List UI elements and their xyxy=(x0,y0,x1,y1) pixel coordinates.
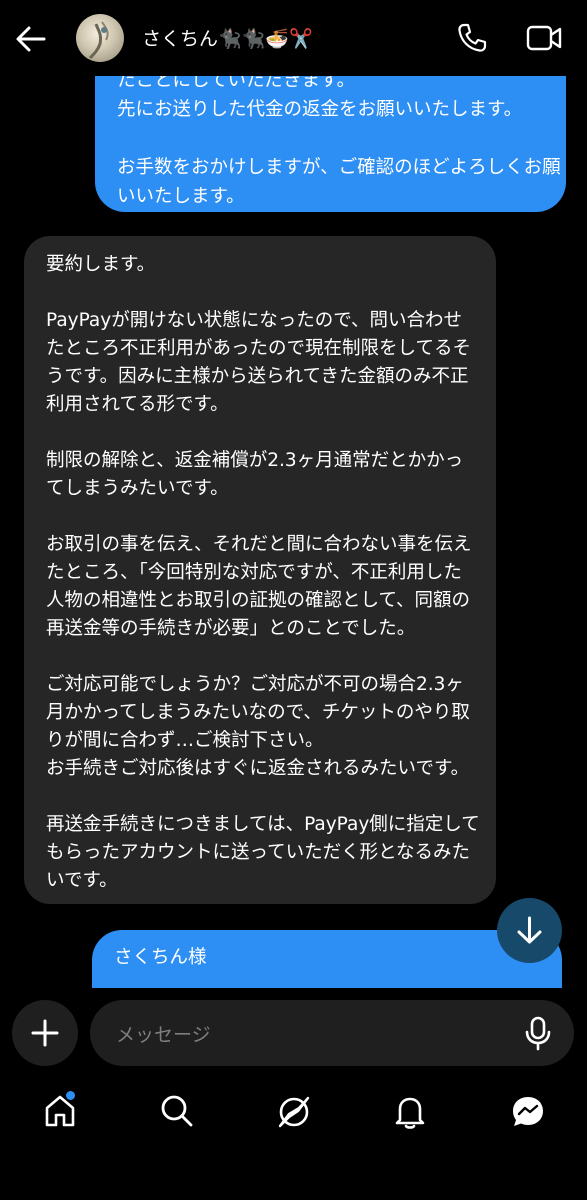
contact-name[interactable]: さくちん🐈‍⬛🐈‍⬛🍜✂️ xyxy=(142,24,313,51)
avatar[interactable] xyxy=(76,14,124,62)
messages-icon[interactable] xyxy=(510,1094,546,1130)
microphone-icon[interactable] xyxy=(520,1015,556,1051)
video-icon[interactable] xyxy=(526,22,562,54)
add-attachment-button[interactable] xyxy=(12,1000,78,1066)
plus-icon xyxy=(31,1019,59,1047)
back-arrow-icon[interactable] xyxy=(14,22,48,56)
search-icon[interactable] xyxy=(160,1094,194,1128)
explore-icon[interactable] xyxy=(276,1094,312,1130)
arrow-down-icon xyxy=(517,916,542,944)
chat-header: さくちん🐈‍⬛🐈‍⬛🍜✂️ xyxy=(0,0,587,76)
message-placeholder: メッセージ xyxy=(116,1024,211,1046)
home-notification-badge xyxy=(66,1091,75,1100)
scroll-to-bottom-button[interactable] xyxy=(497,898,562,963)
incoming-message-bubble[interactable]: 要約します。 PayPayが開けない状態になったので、問い合わせたところ不正利用… xyxy=(24,236,496,904)
phone-icon[interactable] xyxy=(456,22,488,54)
notifications-icon[interactable] xyxy=(394,1094,426,1130)
message-input[interactable]: メッセージ xyxy=(90,1000,574,1066)
outgoing-message-bubble[interactable]: たことにしていただきます。 先にお送りした代金の返金をお願いいたします。 お手数… xyxy=(95,52,566,212)
